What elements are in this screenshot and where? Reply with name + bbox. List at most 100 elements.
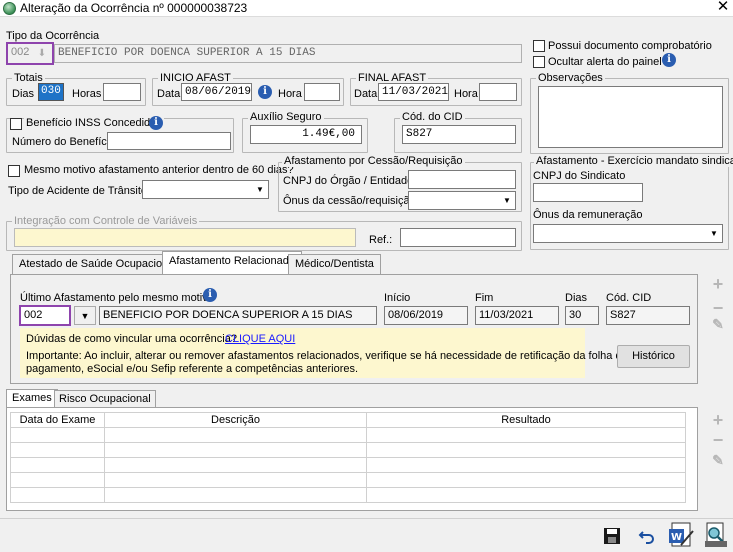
relacionado-code-input[interactable]: 002 <box>19 305 71 326</box>
dias-col-label: Dias <box>565 292 588 304</box>
tipo-ocorrencia-code[interactable]: 002 <box>8 44 32 63</box>
chevron-down-icon[interactable]: ▼ <box>74 306 96 325</box>
beneficio-checkbox[interactable] <box>10 118 22 130</box>
importante-line2: pagamento, eSocial e/ou Sefip referente … <box>26 363 359 375</box>
ref-label: Ref.: <box>369 234 393 246</box>
cid-col-label: Cód. CID <box>606 292 652 304</box>
tipo-ocorrencia-label: Tipo da Ocorrência <box>6 30 100 42</box>
fim-col-label: Fim <box>475 292 494 304</box>
onus-remuneracao-label: Ônus da remuneração <box>533 209 643 221</box>
ocultar-alerta-label: Ocultar alerta do painel <box>548 56 662 68</box>
ocultar-alerta-checkbox[interactable] <box>533 56 545 68</box>
acidente-transito-label: Tipo de Acidente de Trânsito: <box>8 185 151 197</box>
cessao-legend: Afastamento por Cessão/Requisição <box>282 155 465 167</box>
plus-icon[interactable]: + <box>710 275 726 293</box>
cessao-cnpj-input[interactable] <box>408 170 516 189</box>
importante-line1: Importante: Ao incluir, alterar ou remov… <box>26 350 628 362</box>
table-row[interactable] <box>10 487 686 503</box>
col-resultado[interactable]: Resultado <box>366 412 686 428</box>
chevron-down-icon[interactable]: ▼ <box>706 225 722 242</box>
title-bar: Alteração da Ocorrência nº 000000038723 … <box>0 0 733 17</box>
integracao-legend: Integração com Controle de Variáveis <box>12 215 200 227</box>
table-row[interactable] <box>10 427 686 443</box>
inicio-data-input[interactable]: 08/06/2019 <box>181 83 252 101</box>
table-row[interactable] <box>10 442 686 458</box>
inicio-data-label: Data <box>157 88 181 100</box>
final-data-label: Data <box>354 88 378 100</box>
pencil-icon[interactable]: ✎ <box>710 452 726 468</box>
relacionado-cid: S827 <box>606 306 690 325</box>
svg-text:W: W <box>671 532 682 543</box>
table-row[interactable] <box>10 457 686 473</box>
mesmo-motivo-label: Mesmo motivo afastamento anterior dentro… <box>24 164 294 176</box>
dias-input[interactable]: 030 <box>38 83 64 101</box>
inicio-hora-input[interactable] <box>304 83 340 101</box>
info-icon[interactable]: i <box>662 53 676 67</box>
col-data-exame[interactable]: Data do Exame <box>10 412 105 428</box>
pencil-icon[interactable]: ✎ <box>710 316 726 332</box>
table-row[interactable] <box>10 472 686 488</box>
download-arrow-icon[interactable]: ⬇ <box>33 45 51 62</box>
inicio-hora-label: Hora <box>278 88 302 100</box>
tab-afastamento-relacionado[interactable]: Afastamento Relacionado <box>162 251 302 274</box>
sindicato-cnpj-input[interactable] <box>533 183 643 202</box>
cod-cid-legend: Cód. do CID <box>400 111 465 123</box>
inicio-col-label: Início <box>384 292 411 304</box>
chevron-down-icon[interactable]: ▼ <box>499 192 515 209</box>
mesmo-motivo-checkbox[interactable] <box>8 165 20 177</box>
relacionado-description: BENEFICIO POR DOENCA SUPERIOR A 15 DIAS <box>99 306 377 325</box>
possui-documento-checkbox[interactable] <box>533 40 545 52</box>
chevron-down-icon[interactable]: ▼ <box>252 181 268 198</box>
info-icon[interactable]: i <box>203 288 217 302</box>
close-icon[interactable]: ✕ <box>715 0 731 15</box>
clique-aqui-link[interactable]: CLIQUE AQUI <box>225 333 295 345</box>
cessao-cnpj-label: CNPJ do Órgão / Entidade: <box>283 175 417 187</box>
numero-beneficio-input[interactable] <box>107 132 231 150</box>
tipo-ocorrencia-description: BENEFICIO POR DOENCA SUPERIOR A 15 DIAS <box>54 44 522 63</box>
info-icon[interactable]: i <box>149 116 163 130</box>
dias-label: Dias <box>12 88 35 100</box>
numero-beneficio-label: Número do Benefício: <box>12 136 119 148</box>
onus-remuneracao-select[interactable] <box>533 224 723 243</box>
minus-icon[interactable]: − <box>710 299 726 317</box>
relacionado-inicio: 08/06/2019 <box>384 306 468 325</box>
final-hora-label: Hora <box>454 88 478 100</box>
print-preview-icon[interactable] <box>703 521 731 549</box>
relacionado-fim: 11/03/2021 <box>475 306 559 325</box>
auxilio-seguro-input[interactable]: 1.49€,00 <box>250 125 362 144</box>
relacionado-dias: 30 <box>565 306 599 325</box>
word-document-icon[interactable]: W <box>667 521 697 549</box>
acidente-transito-select[interactable] <box>142 180 269 199</box>
info-icon[interactable]: i <box>258 85 272 99</box>
sindicato-cnpj-label: CNPJ do Sindicato <box>533 170 626 182</box>
plus-icon[interactable]: + <box>710 411 726 429</box>
cessao-onus-label: Ônus da cessão/requisição: <box>283 195 419 207</box>
tab-risco-ocupacional[interactable]: Risco Ocupacional <box>54 390 156 408</box>
tab-medico-dentista[interactable]: Médico/Dentista <box>288 254 381 274</box>
integracao-input[interactable] <box>14 228 356 247</box>
app-icon <box>3 2 16 15</box>
final-data-input[interactable]: 11/03/2021 <box>378 83 449 101</box>
cod-cid-input[interactable]: S827 <box>402 125 516 144</box>
observacoes-textarea[interactable] <box>538 86 723 148</box>
observacoes-legend: Observações <box>536 72 605 84</box>
historico-button[interactable]: Histórico <box>617 345 690 368</box>
floppy-disk-icon[interactable] <box>599 523 625 549</box>
ref-input[interactable] <box>400 228 516 247</box>
undo-icon[interactable] <box>634 523 660 549</box>
minus-icon[interactable]: − <box>710 431 726 449</box>
horas-input[interactable] <box>103 83 141 101</box>
auxilio-seguro-legend: Auxílio Seguro <box>248 111 324 123</box>
col-descricao[interactable]: Descrição <box>104 412 367 428</box>
ultimo-afastamento-label: Último Afastamento pelo mesmo motivo <box>20 292 214 304</box>
toolbar-divider <box>0 518 733 519</box>
tab-atestado[interactable]: Atestado de Saúde Ocupacional <box>12 254 184 274</box>
mandato-sindical-legend: Afastamento - Exercício mandato sindical <box>534 155 733 167</box>
duvidas-text: Dúvidas de como vincular uma ocorrência? <box>26 333 237 345</box>
window-title: Alteração da Ocorrência nº 000000038723 <box>20 1 248 15</box>
beneficio-label: Benefício INSS Concedido? <box>24 117 165 129</box>
final-hora-input[interactable] <box>479 83 517 101</box>
horas-label: Horas <box>72 88 102 100</box>
exames-table: Data do Exame Descrição Resultado <box>10 412 686 503</box>
tab-exames[interactable]: Exames <box>6 389 58 408</box>
